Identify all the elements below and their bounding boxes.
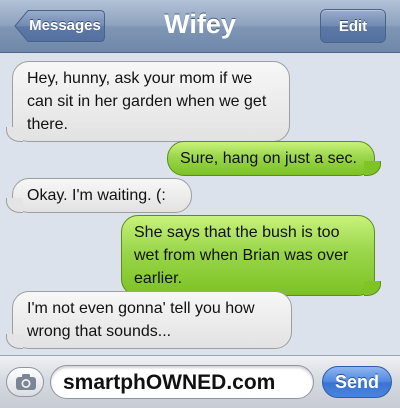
composer-bar: smartphOWNED.com Send — [0, 355, 400, 408]
camera-button[interactable] — [6, 367, 44, 397]
message-input-value: smartphOWNED.com — [63, 371, 276, 394]
outgoing-message: Sure, hang on just a sec. — [167, 141, 381, 176]
message-list: Hey, hunny, ask your mom if we can sit i… — [0, 53, 400, 353]
incoming-message: I'm not even gonna' tell you how wrong t… — [12, 291, 292, 349]
send-button[interactable]: Send — [322, 366, 392, 398]
camera-icon — [16, 374, 36, 390]
message-input[interactable]: smartphOWNED.com — [50, 365, 314, 399]
navigation-bar: Messages Wifey Edit — [0, 0, 400, 53]
outgoing-message: She says that the bush is too wet from w… — [121, 215, 381, 296]
incoming-message: Hey, hunny, ask your mom if we can sit i… — [12, 61, 290, 142]
edit-button[interactable]: Edit — [320, 9, 386, 43]
incoming-message: Okay. I'm waiting. (: — [12, 178, 192, 213]
